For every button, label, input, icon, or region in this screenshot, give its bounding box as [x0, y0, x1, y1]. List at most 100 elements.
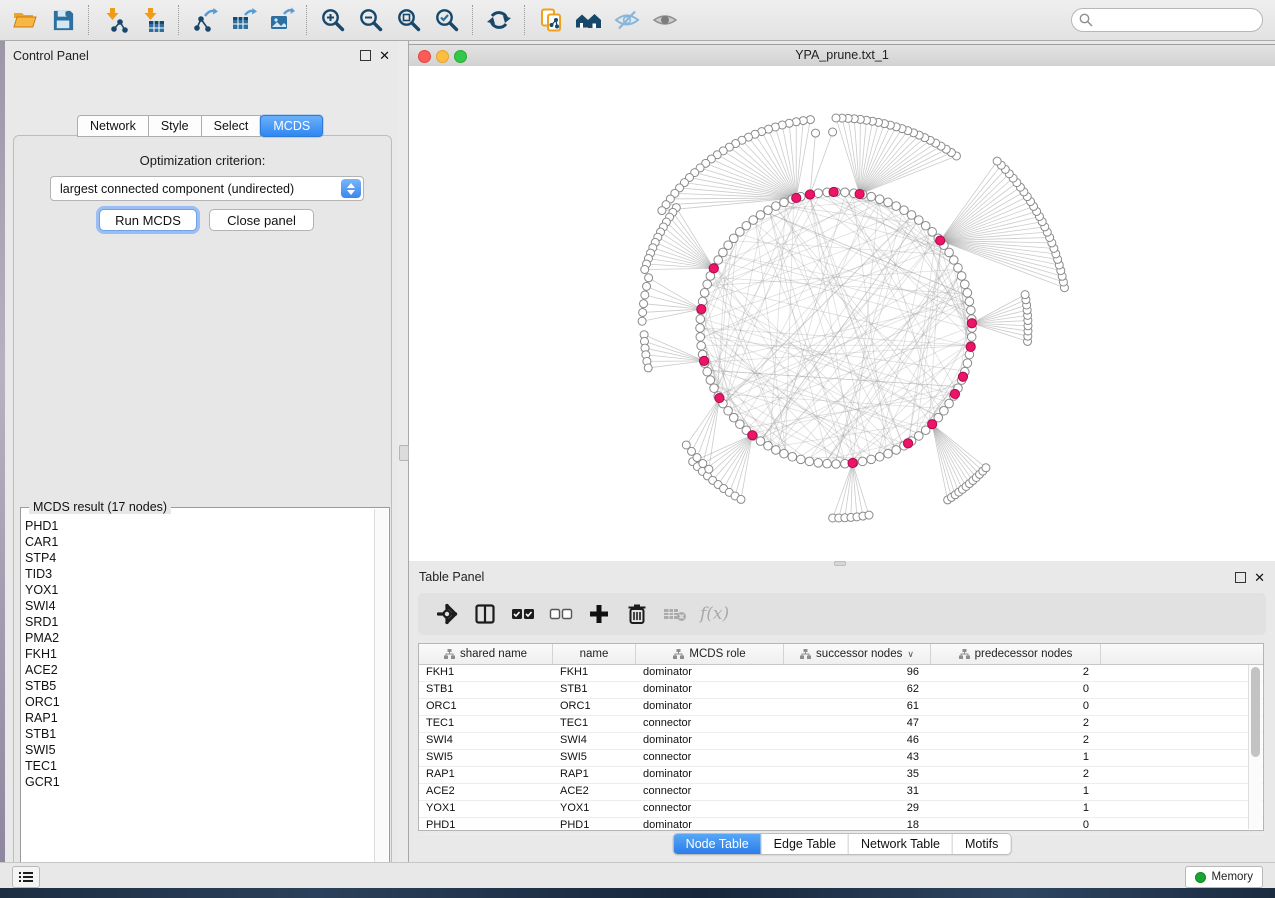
mcds-result-node[interactable]: YOX1: [25, 582, 373, 598]
graph-node[interactable]: [900, 206, 909, 215]
cell-mcds-role[interactable]: connector: [636, 784, 784, 800]
column-header-shared-name[interactable]: shared name: [419, 644, 553, 664]
save-session-button[interactable]: [44, 3, 82, 37]
cell-shared-name[interactable]: STB1: [419, 682, 553, 698]
tab-motifs[interactable]: Motifs: [952, 834, 1010, 854]
graph-dominator-node[interactable]: [966, 342, 975, 351]
graph-node[interactable]: [832, 114, 840, 122]
cell-name[interactable]: ACE2: [553, 784, 636, 800]
graph-dominator-node[interactable]: [709, 264, 718, 273]
graph-node[interactable]: [639, 308, 647, 316]
mcds-result-node[interactable]: STB5: [25, 678, 373, 694]
graph-node[interactable]: [949, 256, 958, 265]
splitter-grip[interactable]: [399, 445, 409, 461]
graph-node[interactable]: [645, 274, 653, 282]
graph-node[interactable]: [764, 206, 773, 215]
graph-dominator-node[interactable]: [829, 187, 838, 196]
graph-dominator-node[interactable]: [958, 372, 967, 381]
cell-predecessor-nodes[interactable]: 0: [931, 699, 1101, 715]
cell-shared-name[interactable]: RAP1: [419, 767, 553, 783]
cell-mcds-role[interactable]: dominator: [636, 682, 784, 698]
graph-dominator-node[interactable]: [697, 304, 706, 313]
graph-node[interactable]: [892, 446, 901, 455]
mcds-result-node[interactable]: FKH1: [25, 646, 373, 662]
cell-successor-nodes[interactable]: 62: [784, 682, 931, 698]
graph-node[interactable]: [814, 459, 823, 468]
cell-mcds-role[interactable]: dominator: [636, 818, 784, 834]
cell-predecessor-nodes[interactable]: 2: [931, 665, 1101, 681]
mcds-result-node[interactable]: TEC1: [25, 758, 373, 774]
close-panel-icon[interactable]: ✕: [1254, 573, 1265, 582]
cell-mcds-role[interactable]: dominator: [636, 665, 784, 681]
run-mcds-button[interactable]: Run MCDS: [99, 209, 197, 231]
cell-successor-nodes[interactable]: 61: [784, 699, 931, 715]
close-panel-icon[interactable]: ✕: [379, 51, 390, 60]
cell-mcds-role[interactable]: connector: [636, 750, 784, 766]
network-canvas[interactable]: [409, 66, 1275, 562]
add-column-button[interactable]: [586, 601, 612, 627]
table-row[interactable]: TEC1TEC1connector472: [419, 716, 1263, 733]
cell-successor-nodes[interactable]: 96: [784, 665, 931, 681]
graph-node[interactable]: [700, 289, 709, 298]
zoom-in-button[interactable]: [314, 3, 352, 37]
graph-node[interactable]: [643, 282, 651, 290]
graph-node[interactable]: [829, 128, 837, 136]
cell-predecessor-nodes[interactable]: 0: [931, 818, 1101, 834]
mcds-result-node[interactable]: STP4: [25, 550, 373, 566]
optimization-criterion-select[interactable]: largest connected component (undirected): [50, 176, 364, 201]
graph-node[interactable]: [907, 211, 916, 220]
graph-dominator-node[interactable]: [805, 190, 814, 199]
cell-predecessor-nodes[interactable]: 2: [931, 767, 1101, 783]
mcds-result-node[interactable]: STB1: [25, 726, 373, 742]
column-header-MCDS-role[interactable]: MCDS role: [636, 644, 784, 664]
graph-node[interactable]: [788, 452, 797, 461]
table-row[interactable]: YOX1YOX1connector291: [419, 801, 1263, 818]
cell-predecessor-nodes[interactable]: 2: [931, 733, 1101, 749]
export-network-button[interactable]: [186, 3, 224, 37]
graph-node[interactable]: [641, 266, 649, 274]
close-panel-button[interactable]: Close panel: [209, 209, 314, 231]
tab-network-table[interactable]: Network Table: [848, 834, 952, 854]
column-header-predecessor-nodes[interactable]: predecessor nodes: [931, 644, 1101, 664]
tab-edge-table[interactable]: Edge Table: [761, 834, 848, 854]
graph-node[interactable]: [982, 464, 990, 472]
graph-node[interactable]: [797, 455, 806, 464]
zoom-selected-button[interactable]: [428, 3, 466, 37]
cell-shared-name[interactable]: FKH1: [419, 665, 553, 681]
export-image-button[interactable]: [262, 3, 300, 37]
graph-node[interactable]: [644, 364, 652, 372]
graph-node[interactable]: [696, 324, 705, 333]
graph-node[interactable]: [867, 192, 876, 201]
graph-node[interactable]: [737, 495, 745, 503]
graph-node[interactable]: [963, 359, 972, 368]
graph-node[interactable]: [710, 384, 719, 393]
graph-node[interactable]: [967, 333, 976, 342]
graph-dominator-node[interactable]: [950, 389, 959, 398]
graph-node[interactable]: [1021, 291, 1029, 299]
table-row[interactable]: FKH1FKH1dominator962: [419, 665, 1263, 682]
cell-mcds-role[interactable]: dominator: [636, 699, 784, 715]
console-button[interactable]: [12, 866, 40, 888]
graph-node[interactable]: [756, 437, 765, 446]
cell-successor-nodes[interactable]: 46: [784, 733, 931, 749]
graph-node[interactable]: [960, 280, 969, 289]
select-all-button[interactable]: [510, 601, 536, 627]
graph-node[interactable]: [703, 367, 712, 376]
graph-node[interactable]: [965, 297, 974, 306]
graph-node[interactable]: [841, 188, 850, 197]
cell-name[interactable]: FKH1: [553, 665, 636, 681]
column-header-successor-nodes[interactable]: successor nodes∨: [784, 644, 931, 664]
cell-shared-name[interactable]: TEC1: [419, 716, 553, 732]
mcds-result-node[interactable]: RAP1: [25, 710, 373, 726]
mcds-result-node[interactable]: PMA2: [25, 630, 373, 646]
graph-node[interactable]: [764, 441, 773, 450]
table-row[interactable]: STB1STB1dominator620: [419, 682, 1263, 699]
cell-successor-nodes[interactable]: 43: [784, 750, 931, 766]
search-input[interactable]: [1071, 8, 1263, 32]
graph-node[interactable]: [867, 455, 876, 464]
graph-node[interactable]: [814, 189, 823, 198]
graph-node[interactable]: [875, 452, 884, 461]
tab-select[interactable]: Select: [201, 115, 262, 137]
cell-shared-name[interactable]: PHD1: [419, 818, 553, 834]
table-scrollbar[interactable]: [1248, 665, 1262, 829]
